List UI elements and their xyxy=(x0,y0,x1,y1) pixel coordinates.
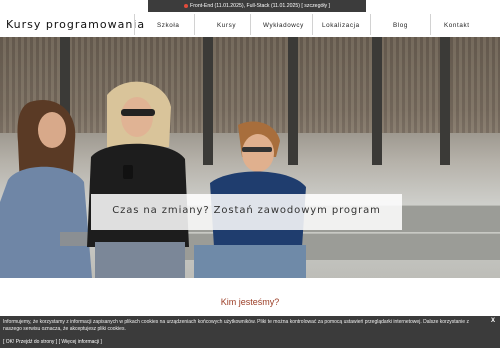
nav-wykladowcy[interactable]: Wykładowcy xyxy=(263,22,304,29)
section-heading-about: Kim jesteśmy? xyxy=(220,297,280,307)
hero-tagline-box: Czas na zmiany? Zostań zawodowym program xyxy=(91,194,402,230)
cookie-more-info-link[interactable]: [ Więcej informacji ] xyxy=(59,339,102,345)
nav-divider xyxy=(194,14,195,35)
nav-divider xyxy=(430,14,431,35)
nav-kontakt[interactable]: Kontakt xyxy=(444,22,470,29)
cookie-message: Informujemy, że korzystamy z informacji … xyxy=(3,319,469,332)
hero-banner: Czas na zmiany? Zostań zawodowym program xyxy=(0,37,500,278)
alert-dot-icon xyxy=(184,3,189,8)
hero-pillar xyxy=(440,37,450,165)
nav-blog[interactable]: Blog xyxy=(393,22,408,29)
nav-kursy[interactable]: Kursy xyxy=(217,22,236,29)
nav-divider xyxy=(134,14,135,35)
nav-szkola[interactable]: Szkoła xyxy=(157,22,180,29)
announcement-bar[interactable]: Front-End (11.01.2025), Full-Stack (11.0… xyxy=(148,0,366,12)
cookie-banner: Informujemy, że korzystamy z informacji … xyxy=(0,316,500,348)
cookie-accept-link[interactable]: [ OK! Przejdź do strony ] xyxy=(3,339,57,345)
site-brand[interactable]: Kursy programowania xyxy=(6,18,145,31)
site-header: Kursy programowania Front-End (11.01.202… xyxy=(0,0,500,38)
student-middle-image xyxy=(87,81,189,278)
nav-divider xyxy=(370,14,371,35)
hero-tagline: Czas na zmiany? Zostań zawodowym program xyxy=(112,205,381,216)
nav-divider xyxy=(312,14,313,35)
announcement-text[interactable]: Front-End (11.01.2025), Full-Stack (11.0… xyxy=(190,3,330,9)
nav-lokalizacja[interactable]: Lokalizacja xyxy=(322,22,360,29)
hero-pillar xyxy=(372,37,382,165)
nav-divider xyxy=(250,14,251,35)
close-icon[interactable]: X xyxy=(491,318,495,325)
cookie-actions: [ OK! Przejdź do strony ] [ Więcej infor… xyxy=(3,339,102,346)
